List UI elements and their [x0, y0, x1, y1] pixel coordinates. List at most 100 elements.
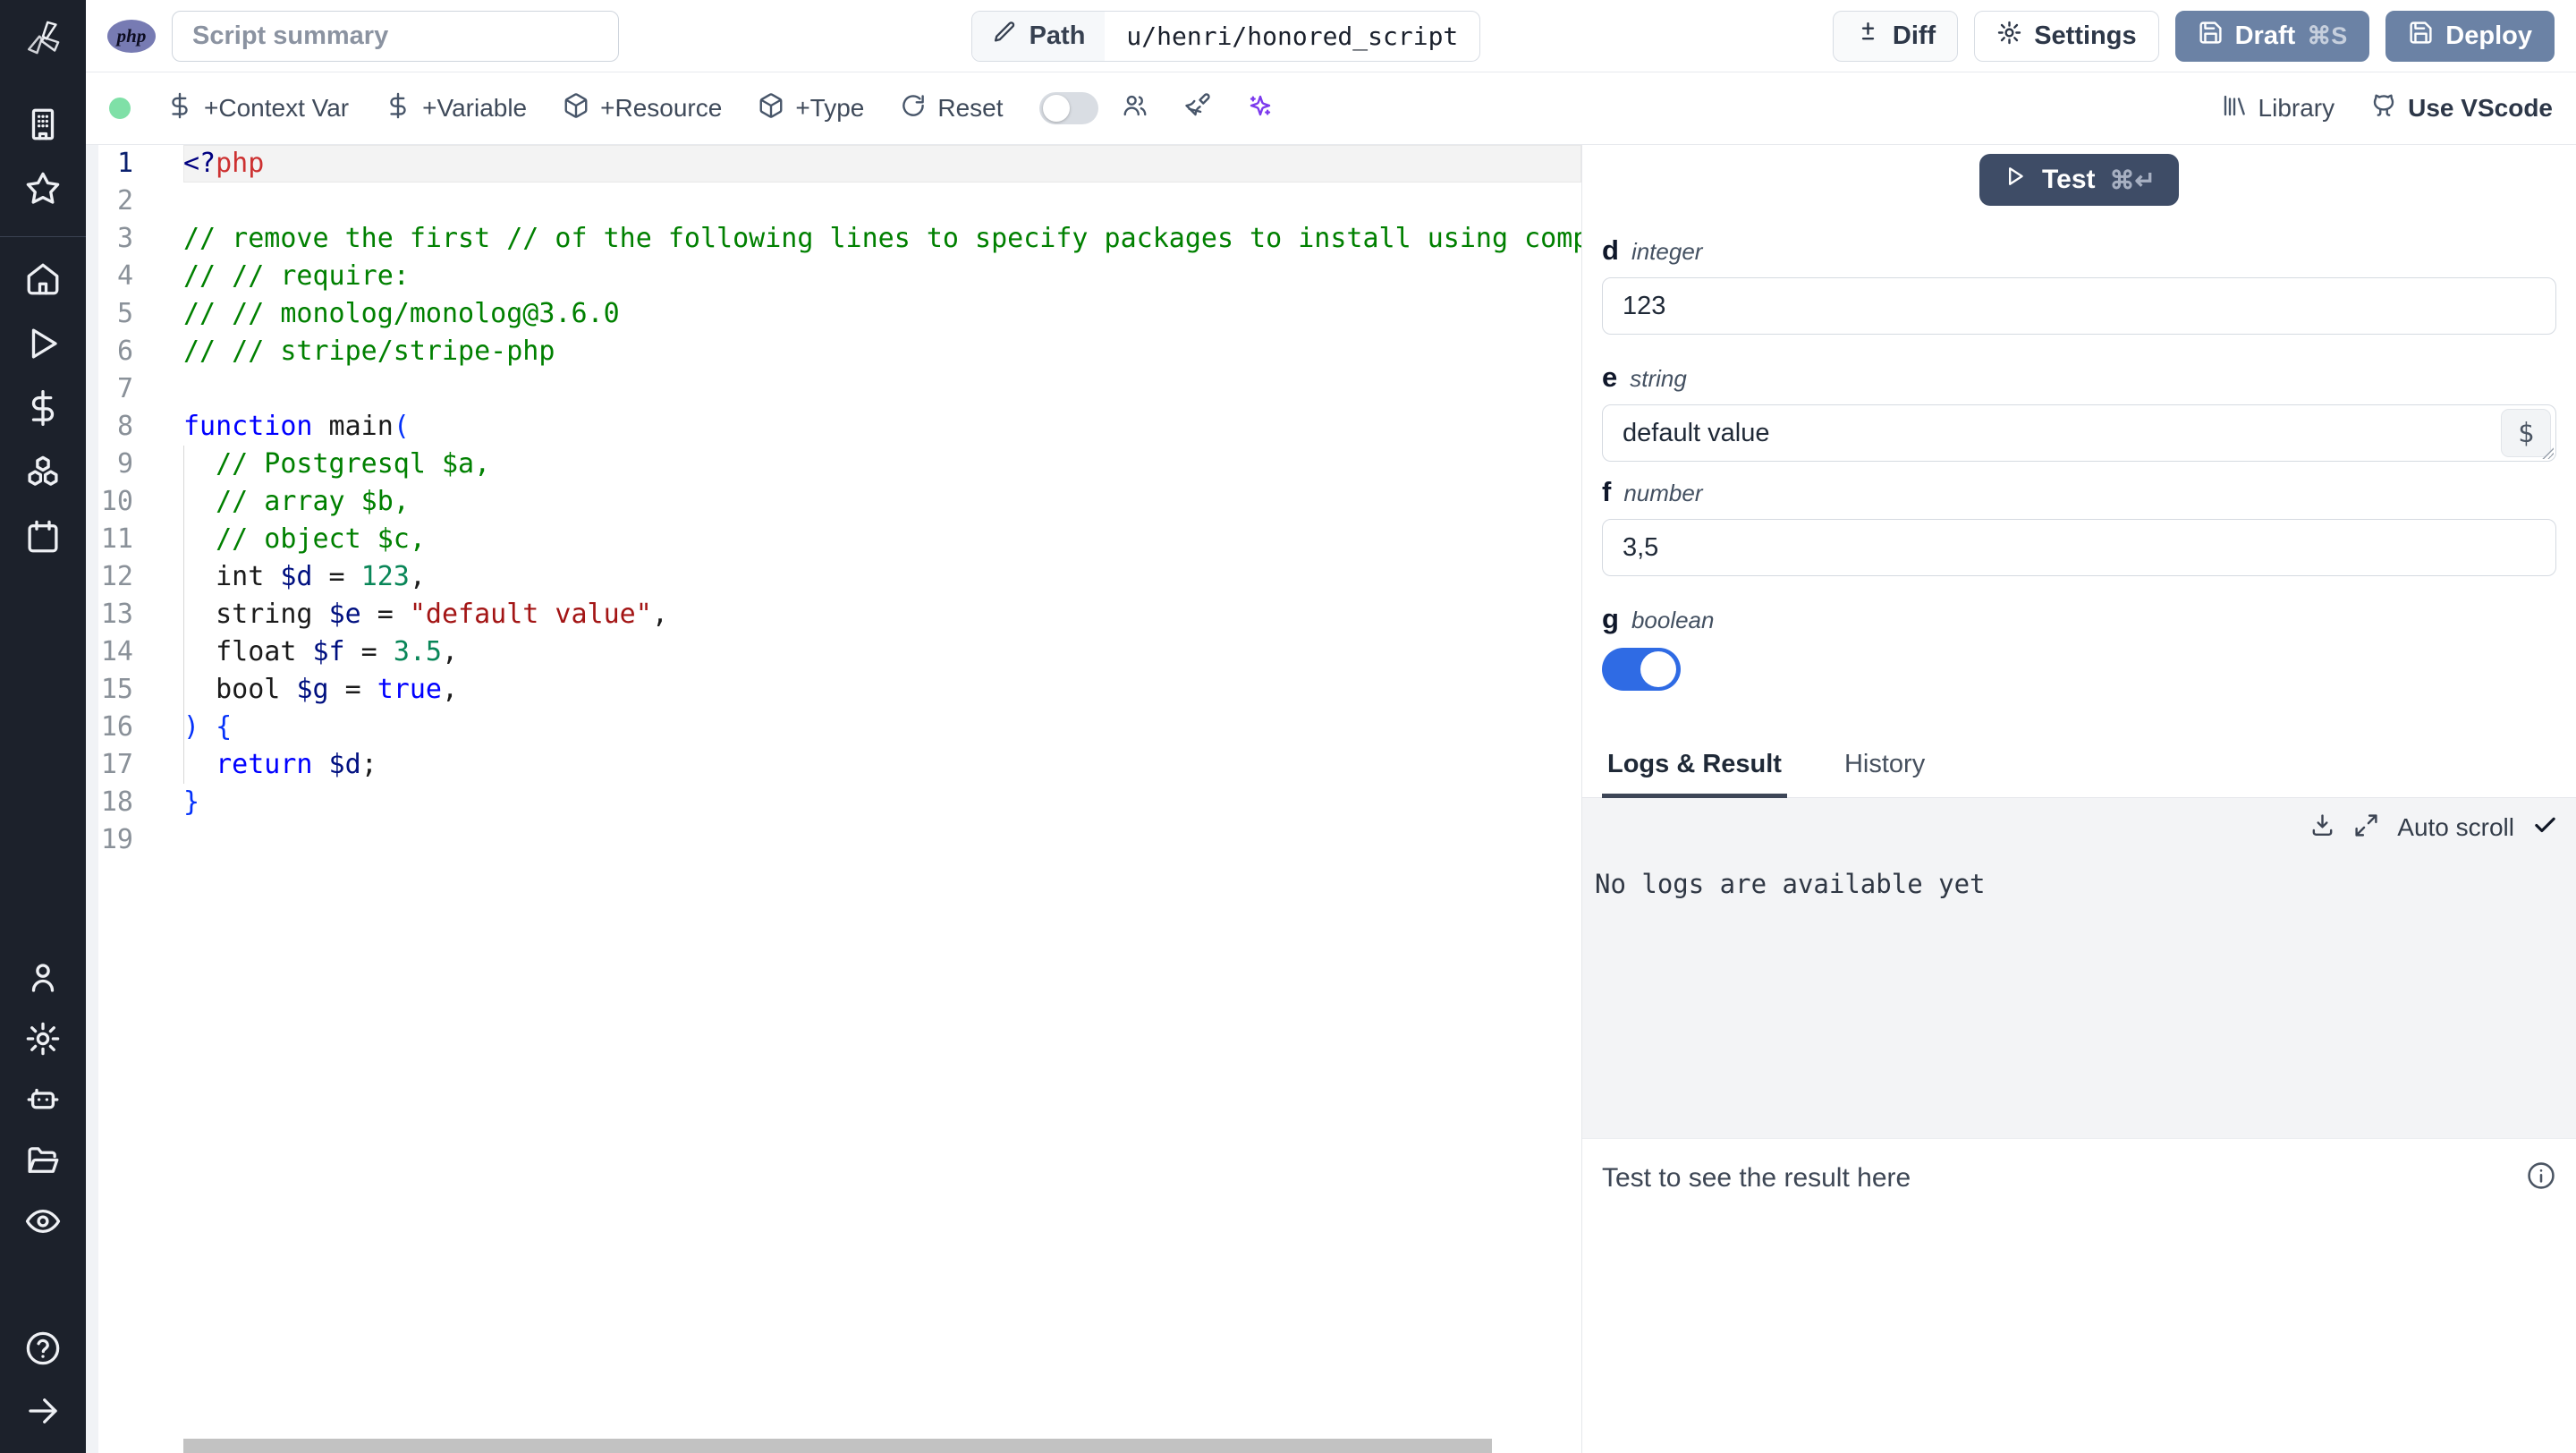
field-d-type: integer: [1631, 238, 1703, 265]
code-line-1[interactable]: 1 <?php: [86, 145, 1581, 183]
field-f-input[interactable]: [1602, 519, 2556, 576]
tab-history[interactable]: History: [1839, 744, 1930, 797]
paintbrush-icon: [1184, 92, 1211, 125]
help-circle-icon[interactable]: [22, 1328, 64, 1369]
deploy-button[interactable]: Deploy: [2385, 10, 2555, 62]
line-number: 3: [116, 223, 133, 254]
assistant-toggle[interactable]: [1038, 92, 1098, 124]
code-line-12[interactable]: 12 int $d = 123,: [86, 558, 1581, 596]
code-line-2[interactable]: 2: [86, 183, 1581, 220]
format-button[interactable]: [1184, 92, 1211, 125]
user-icon[interactable]: [22, 957, 64, 998]
expand-logs-icon[interactable]: [2353, 812, 2379, 843]
code-line-5[interactable]: 5// // monolog/monolog@3.6.0: [86, 295, 1581, 333]
vscode-cat-icon: [2370, 92, 2397, 125]
line-number: 18: [100, 786, 133, 818]
field-e-input[interactable]: [1602, 404, 2556, 462]
settings-button[interactable]: Settings: [1974, 10, 2159, 62]
folders-icon[interactable]: [22, 1140, 64, 1181]
save-icon: [2198, 20, 2224, 53]
diff-button[interactable]: Diff: [1832, 10, 1959, 62]
code-line-10[interactable]: 10 // array $b,: [86, 483, 1581, 521]
dollar-icon: [385, 92, 411, 125]
use-vscode-button[interactable]: Use VScode: [2370, 92, 2553, 125]
line-number: 16: [100, 711, 133, 743]
home-icon[interactable]: [22, 259, 64, 300]
deploy-label: Deploy: [2445, 21, 2532, 50]
diff-label: Diff: [1892, 21, 1936, 50]
code-line-14[interactable]: 14 float $f = 3.5,: [86, 633, 1581, 671]
code-line-8[interactable]: 8 function main(: [86, 408, 1581, 446]
result-hint: Test to see the result here: [1602, 1162, 1911, 1193]
field-e-type: string: [1630, 365, 1687, 392]
code-line-4[interactable]: 4// // require:: [86, 258, 1581, 295]
line-number: 17: [100, 749, 133, 780]
code-lines[interactable]: 1 <?php 2 3// remove the first // of the fo…: [86, 145, 1581, 1439]
code-line-11[interactable]: 11 // object $c,: [86, 521, 1581, 558]
field-g-toggle[interactable]: [1602, 648, 1681, 691]
code-line-18[interactable]: 18}: [86, 784, 1581, 821]
workers-robot-icon[interactable]: [22, 1079, 64, 1120]
line-number: 11: [100, 523, 133, 555]
runs-play-icon[interactable]: [22, 323, 64, 364]
code-line-6[interactable]: 6// // stripe/stripe-php: [86, 333, 1581, 370]
code-line-16[interactable]: 16) {: [86, 709, 1581, 746]
check-icon[interactable]: [2532, 812, 2558, 843]
line-number: 4: [116, 260, 133, 292]
line-number: 15: [100, 674, 133, 705]
path-value: u/henri/honored_script: [1126, 21, 1459, 51]
field-d-input[interactable]: [1602, 277, 2556, 335]
preview-panel: Test ⌘↵ d integer e string: [1581, 145, 2576, 1453]
variables-dollar-icon[interactable]: [22, 387, 64, 429]
code-line-17[interactable]: 17 return $d;: [86, 746, 1581, 784]
indent-guide: [183, 446, 184, 784]
info-icon[interactable]: [2526, 1160, 2556, 1195]
field-e-name: e: [1602, 361, 1618, 393]
topbar: php Path u/henri/honored_script Diff: [86, 0, 2576, 72]
test-button[interactable]: Test ⌘↵: [1979, 154, 2179, 206]
line-number: 13: [100, 599, 133, 630]
code-line-3[interactable]: 3// remove the first // of the following…: [86, 220, 1581, 258]
ai-sparkles-button[interactable]: [1247, 92, 1274, 125]
code-line-19[interactable]: 19: [86, 821, 1581, 859]
collapse-arrow-right-icon[interactable]: [22, 1390, 64, 1432]
path-label: Path: [1029, 21, 1086, 50]
audit-eye-icon[interactable]: [22, 1201, 64, 1242]
horizontal-scrollbar[interactable]: [183, 1439, 1492, 1453]
gear-icon: [1996, 20, 2022, 53]
tab-logs-result[interactable]: Logs & Result: [1602, 744, 1787, 798]
add-type-button[interactable]: +Type: [758, 92, 864, 125]
schedules-calendar-icon[interactable]: [22, 516, 64, 557]
app-window: php Path u/henri/honored_script Diff: [0, 0, 2576, 1453]
building-icon[interactable]: [22, 104, 64, 145]
resize-handle[interactable]: [2540, 446, 2555, 460]
no-logs-message: No logs are available yet: [1595, 869, 1986, 899]
star-icon[interactable]: [22, 168, 64, 209]
path-editor[interactable]: Path u/henri/honored_script: [970, 10, 1481, 62]
library-button[interactable]: Library: [2221, 92, 2334, 125]
reset-icon: [900, 92, 927, 125]
add-variable-button[interactable]: +Variable: [385, 92, 527, 125]
add-variable-label: +Variable: [422, 94, 528, 122]
windmill-logo-icon[interactable]: [20, 14, 66, 61]
code-line-13[interactable]: 13 string $e = "default value",: [86, 596, 1581, 633]
multiplayer-button[interactable]: [1122, 92, 1148, 125]
code-editor[interactable]: 1 <?php 2 3// remove the first // of the fo…: [86, 145, 1581, 1453]
reset-button[interactable]: Reset: [900, 92, 1004, 125]
code-line-15[interactable]: 15 bool $g = true,: [86, 671, 1581, 709]
package-icon: [758, 92, 784, 125]
line-number: 7: [116, 373, 133, 404]
add-context-var-button[interactable]: +Context Var: [166, 92, 349, 125]
download-logs-icon[interactable]: [2309, 812, 2335, 843]
add-resource-button[interactable]: +Resource: [563, 92, 722, 125]
code-line-9[interactable]: 9 // Postgresql $a,: [86, 446, 1581, 483]
auto-scroll-label[interactable]: Auto scroll: [2397, 813, 2514, 842]
status-green-dot: [109, 98, 131, 119]
resources-boxes-icon[interactable]: [22, 452, 64, 493]
settings-gear-icon[interactable]: [22, 1018, 64, 1059]
script-summary-input[interactable]: [172, 10, 619, 62]
test-shortcut: ⌘↵: [2109, 166, 2156, 194]
code-line-7[interactable]: 7: [86, 370, 1581, 408]
draft-button[interactable]: Draft ⌘S: [2174, 10, 2370, 62]
line-number: 10: [100, 486, 133, 517]
